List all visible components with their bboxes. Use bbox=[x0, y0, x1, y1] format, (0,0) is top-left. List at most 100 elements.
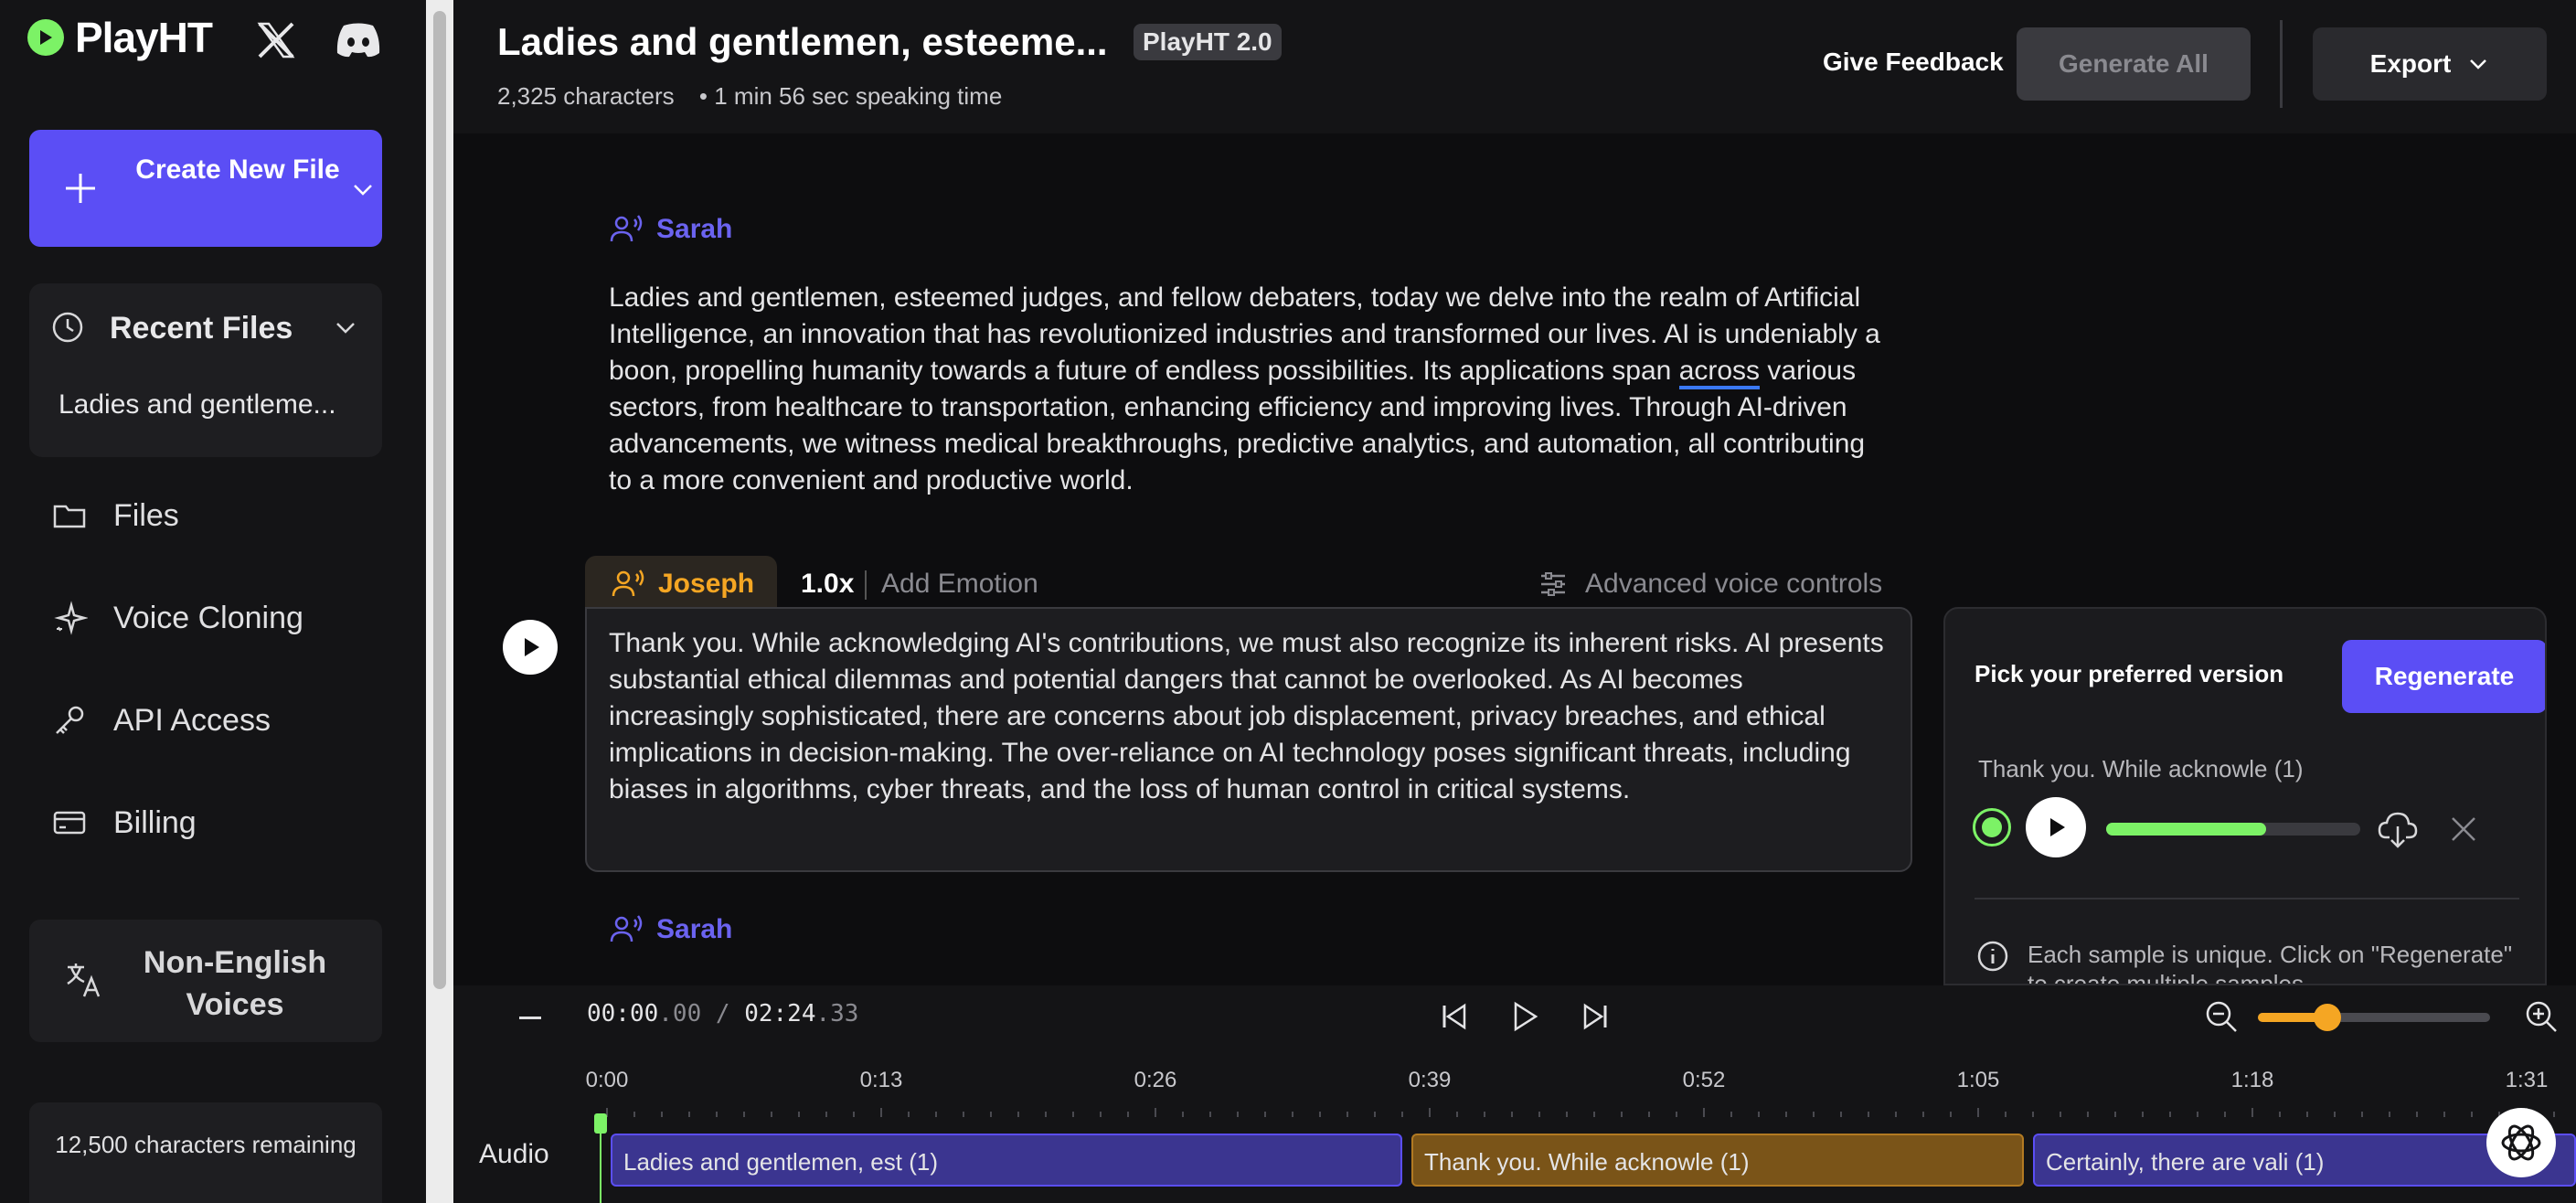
play-icon bbox=[2050, 818, 2065, 836]
sample-progress-bar[interactable] bbox=[2106, 823, 2360, 836]
skip-back-icon[interactable] bbox=[1435, 998, 1472, 1035]
timeline: 00:00.00 / 02:24.33 0:00 0:13 0:26 0:39 0:52… bbox=[453, 985, 2576, 1203]
add-emotion-button[interactable]: Add Emotion bbox=[881, 569, 1038, 600]
editor: Sarah Ladies and gentlemen, esteemed jud… bbox=[453, 133, 2576, 985]
export-button[interactable]: Export bbox=[2313, 27, 2547, 101]
zoom-slider-knob[interactable] bbox=[2314, 1004, 2342, 1031]
openai-assistant-icon[interactable] bbox=[2486, 1108, 2556, 1177]
character-count: 2,325 characters bbox=[497, 82, 675, 110]
sample-select-radio[interactable] bbox=[1973, 808, 2011, 846]
sidebar-item-billing[interactable]: Billing bbox=[51, 804, 197, 841]
sidebar-item-files[interactable]: Files bbox=[51, 497, 179, 534]
zoom-slider[interactable] bbox=[2258, 1004, 2490, 1031]
translate-icon bbox=[67, 963, 101, 997]
model-version-badge[interactable]: PlayHT 2.0 bbox=[1134, 24, 1282, 60]
non-english-voices-label: Non-English Voices bbox=[143, 945, 327, 1022]
total-time-ms: .33 bbox=[815, 1000, 859, 1027]
export-label: Export bbox=[2369, 49, 2452, 78]
playhead-handle[interactable] bbox=[594, 1113, 607, 1134]
plus-icon bbox=[66, 174, 95, 203]
current-time-ms: .00 bbox=[658, 1000, 702, 1027]
sample-info-note: Each sample is unique. Click on "Regener… bbox=[1976, 940, 2525, 985]
sidebar-scrollbar-thumb[interactable] bbox=[433, 11, 446, 989]
sidebar-item-label: Billing bbox=[113, 804, 197, 840]
non-english-voices-button[interactable]: Non-English Voices bbox=[29, 920, 382, 1042]
sample-info-text: Each sample is unique. Click on "Regener… bbox=[2028, 941, 2513, 985]
timeline-ruler[interactable]: 0:00 0:13 0:26 0:39 0:52 1:05 1:18 1:31 bbox=[586, 1068, 2556, 1104]
current-time: 00:00 bbox=[587, 1000, 659, 1027]
speaking-time: • 1 min 56 sec speaking time bbox=[698, 82, 1003, 110]
give-feedback-button[interactable]: Give Feedback bbox=[1823, 48, 2004, 77]
block-toolbar: Joseph 1.0x Add Emotion Advanced voice c… bbox=[585, 556, 1920, 612]
header-divider bbox=[2280, 20, 2283, 108]
create-new-file-label: Create New File bbox=[135, 154, 340, 185]
ruler-tick-label: 0:13 bbox=[859, 1068, 903, 1092]
app: PlayHT Create New File Recent Files Ladi… bbox=[0, 0, 2576, 1203]
speaker-name: Sarah bbox=[656, 214, 733, 244]
sidebar-item-api-access[interactable]: API Access bbox=[51, 702, 271, 739]
brand-name: PlayHT bbox=[75, 14, 213, 61]
cloud-download-icon[interactable] bbox=[2377, 808, 2419, 850]
playht-logo-icon bbox=[27, 19, 64, 56]
regenerate-button[interactable]: Regenerate bbox=[2342, 640, 2545, 713]
ruler-tick-label: 1:05 bbox=[1956, 1068, 2000, 1092]
info-icon bbox=[1977, 941, 2008, 972]
close-icon[interactable] bbox=[2448, 814, 2479, 845]
time-readout: 00:00.00 / 02:24.33 bbox=[587, 1000, 859, 1027]
pick-version-label: Pick your preferred version bbox=[1975, 660, 2284, 687]
speed-control[interactable]: 1.0x bbox=[801, 569, 854, 600]
create-new-file-button[interactable]: Create New File bbox=[29, 130, 382, 247]
zoom-in-icon[interactable] bbox=[2523, 998, 2560, 1035]
play-icon[interactable] bbox=[1506, 998, 1543, 1035]
toolbar-separator bbox=[865, 570, 867, 600]
chevron-down-icon[interactable] bbox=[351, 177, 375, 201]
sidebar-item-label: Voice Cloning bbox=[113, 600, 303, 635]
ruler-tick-label: 0:52 bbox=[1682, 1068, 1726, 1092]
chevron-down-icon bbox=[2470, 59, 2487, 69]
speaker-label-joseph[interactable]: Joseph bbox=[585, 556, 777, 612]
credit-card-icon bbox=[53, 811, 86, 835]
recent-files-panel: Recent Files Ladies and gentleme... bbox=[29, 283, 382, 457]
sample-progress-fill bbox=[2106, 823, 2267, 836]
sliders-icon bbox=[1541, 572, 1565, 596]
timeline-clip[interactable]: Ladies and gentlemen, est (1) bbox=[611, 1134, 1402, 1187]
sparkle-icon bbox=[54, 601, 88, 635]
sample-name: Thank you. While acknowle (1) bbox=[1978, 755, 2304, 782]
generate-all-button[interactable]: Generate All bbox=[2017, 27, 2251, 101]
skip-forward-icon[interactable] bbox=[1578, 998, 1614, 1035]
speaker-label-sarah[interactable]: Sarah bbox=[609, 914, 732, 945]
folder-icon bbox=[53, 505, 86, 528]
characters-remaining-label: 12,500 characters remaining bbox=[55, 1131, 357, 1158]
sidebar: PlayHT Create New File Recent Files Ladi… bbox=[0, 0, 426, 1203]
sample-play-button[interactable] bbox=[2026, 797, 2086, 857]
speaker-voice-icon bbox=[612, 570, 644, 597]
ruler-tick-label: 0:39 bbox=[1408, 1068, 1452, 1092]
speaker-label-sarah[interactable]: Sarah bbox=[609, 214, 732, 245]
document-title[interactable]: Ladies and gentlemen, esteeme... bbox=[497, 20, 1108, 64]
play-icon bbox=[525, 638, 539, 656]
chevron-down-icon[interactable] bbox=[333, 314, 358, 340]
spellcheck-underlined-word[interactable]: across bbox=[1678, 356, 1761, 389]
zoom-out-icon[interactable] bbox=[2203, 998, 2240, 1035]
sidebar-item-label: Files bbox=[113, 497, 179, 533]
recent-file-item[interactable]: Ladies and gentleme... bbox=[59, 389, 360, 421]
advanced-voice-controls-button[interactable]: Advanced voice controls bbox=[1538, 569, 1882, 600]
x-twitter-icon[interactable] bbox=[256, 20, 296, 60]
sidebar-item-label: API Access bbox=[113, 702, 271, 738]
panel-divider bbox=[1975, 898, 2519, 900]
discord-icon[interactable] bbox=[335, 22, 382, 59]
text-block-content: Thank you. While acknowledging AI's cont… bbox=[609, 628, 1884, 804]
sidebar-item-voice-cloning[interactable]: Voice Cloning bbox=[51, 600, 303, 636]
document-meta: 2,325 characters • 1 min 56 sec speaking… bbox=[497, 82, 1020, 111]
text-block-sarah[interactable]: Ladies and gentlemen, esteemed judges, a… bbox=[609, 280, 1889, 499]
brand[interactable]: PlayHT bbox=[27, 13, 213, 62]
text-block-joseph[interactable]: Thank you. While acknowledging AI's cont… bbox=[585, 607, 1912, 872]
timeline-collapse-button[interactable] bbox=[519, 1017, 541, 1019]
ruler-tick-label: 0:26 bbox=[1134, 1068, 1177, 1092]
timeline-clip[interactable]: Thank you. While acknowle (1) bbox=[1411, 1134, 2024, 1187]
clock-icon bbox=[52, 312, 83, 343]
characters-remaining-box: 12,500 characters remaining bbox=[29, 1102, 382, 1203]
block-play-button[interactable] bbox=[503, 620, 558, 675]
speaker-voice-icon bbox=[610, 215, 643, 242]
header: Ladies and gentlemen, esteeme... PlayHT … bbox=[453, 0, 2576, 133]
